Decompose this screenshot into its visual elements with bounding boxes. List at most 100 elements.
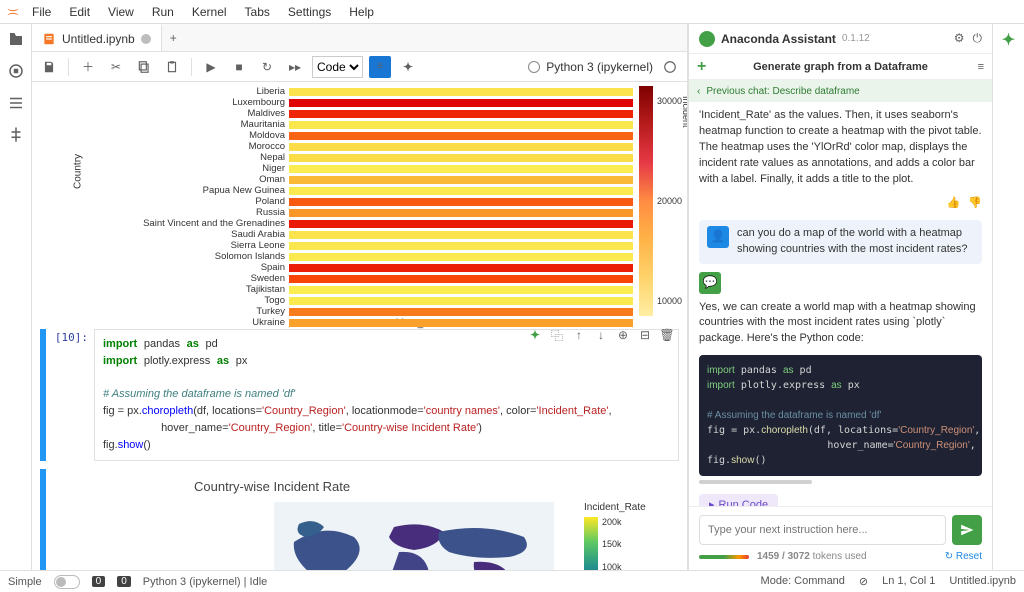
menu-run[interactable]: Run [144,3,182,21]
tab-bar: Untitled.ipynb + [32,24,687,52]
stop-button[interactable]: ■ [228,56,250,78]
assistant-input-area: 1459 / 3072 tokens used ↻ Reset [689,506,992,570]
assistant-sidebar-icon[interactable]: ✦ [1002,30,1015,50]
assistant-version: 0.1.12 [842,33,870,44]
choropleth-title: Country-wise Incident Rate [194,479,679,494]
kernel-status-text[interactable]: Python 3 (ipykernel) | Idle [143,576,268,588]
assistant-code-block[interactable]: import pandas as pd import plotly.expres… [699,355,982,476]
power-icon[interactable]: ⏻ [973,31,983,46]
heatmap-output: Country LiberiaLuxembourgMaldivesMaurita… [94,86,679,329]
menu-bar: File Edit View Run Kernel Tabs Settings … [0,0,1024,24]
extension-icon[interactable] [7,126,25,144]
assistant-panel: Anaconda Assistant 0.1.12 ⚙ ⏻ + Generate… [688,24,992,570]
right-sidebar: ✦ [992,24,1024,570]
legend-title: Incident_Rate [584,502,646,513]
notebook-icon [42,32,56,46]
settings-icon[interactable]: ⚙ [954,31,965,46]
restart-button[interactable]: ↻ [256,56,278,78]
cell-active-indicator [40,469,46,570]
user-message: 👤 can you do a map of the world with a h… [699,220,982,264]
status-bar: Simple 0 0 Python 3 (ipykernel) | Idle M… [0,570,1024,592]
warning-count-badge[interactable]: 0 [117,576,131,587]
colorbar-tick: 20000 [657,196,682,206]
insert-above-icon[interactable]: ⊕ [615,327,631,343]
move-up-icon[interactable]: ↑ [571,327,587,343]
assistant-sparkle-icon[interactable]: ✦ [397,56,419,78]
menu-tabs[interactable]: Tabs [237,3,278,21]
chevron-left-icon: ‹ [697,86,700,97]
notebook-body[interactable]: Country LiberiaLuxembourgMaldivesMaurita… [32,82,687,570]
previous-chat-label: Previous chat: Describe dataframe [706,86,859,97]
cut-button[interactable]: ✂ [105,56,127,78]
code-cell[interactable]: [10]: ✦ ⿻ ↑ ↓ ⊕ ⊟ 🗑 import pandas as pd … [40,329,679,461]
duplicate-cell-icon[interactable]: ⿻ [549,327,565,343]
save-button[interactable] [38,56,60,78]
simple-mode-toggle[interactable] [54,575,80,589]
colorbar-tick: 10000 [657,296,682,306]
toc-icon[interactable] [7,94,25,112]
menu-settings[interactable]: Settings [280,3,339,21]
move-down-icon[interactable]: ↓ [593,327,609,343]
assistant-header: Anaconda Assistant 0.1.12 ⚙ ⏻ [689,24,992,54]
notebook-tab[interactable]: Untitled.ipynb [32,24,162,51]
heatmap-y-axis-label: Country [73,154,84,189]
thumbs-up-icon[interactable]: 👍 [947,196,961,212]
world-choropleth[interactable] [274,502,554,570]
colorbar-gradient-icon [639,86,653,316]
assistant-input[interactable] [699,515,946,545]
user-avatar-icon: 👤 [707,226,729,248]
tab-title: Untitled.ipynb [62,32,135,46]
tokens-label: tokens used [813,551,867,562]
insert-below-icon[interactable]: ⊟ [637,327,653,343]
colorbar-tick: 30000 [657,96,682,106]
kernel-name[interactable]: Python 3 (ipykernel) [546,60,653,74]
reset-button[interactable]: ↻ Reset [945,551,982,562]
code-scrollbar[interactable] [699,480,812,484]
menu-edit[interactable]: Edit [61,3,98,21]
chat-title: Generate graph from a Dataframe [689,61,992,73]
menu-kernel[interactable]: Kernel [184,3,235,21]
error-count-badge[interactable]: 0 [92,576,106,587]
token-meter-icon [699,555,749,559]
send-button[interactable] [952,515,982,545]
running-icon[interactable] [7,62,25,80]
assist-cell-icon[interactable]: ✦ [527,327,543,343]
cell-type-select[interactable]: Code [312,56,363,78]
menu-file[interactable]: File [24,3,59,21]
current-file: Untitled.ipynb [949,575,1016,588]
feedback-row: 👍 👎 [699,196,982,212]
render-icon[interactable]: ≡ [369,56,391,78]
main-area: Untitled.ipynb + ＋ ✂ ▶ ■ ↻ ▸▸ Code ≡ ✦ P… [0,24,1024,570]
folder-icon[interactable] [7,30,25,48]
center-panel: Untitled.ipynb + ＋ ✂ ▶ ■ ↻ ▸▸ Code ≡ ✦ P… [32,24,688,570]
legend-tick: 100k [602,562,622,570]
legend-tick: 150k [602,539,622,549]
assistant-conversation[interactable]: 'Incident_Rate' as the values. Then, it … [689,102,992,506]
copy-button[interactable] [133,56,155,78]
kernel-menu-icon[interactable] [659,56,681,78]
cell-prompt: [10]: [48,329,94,461]
add-cell-button[interactable]: ＋ [77,56,99,78]
heatmap-colorbar: Incident 30000 20000 10000 [639,86,679,316]
cursor-position: Ln 1, Col 1 [882,575,935,588]
notification-icon[interactable]: ⊘ [859,575,868,588]
run-button[interactable]: ▶ [200,56,222,78]
notebook-toolbar: ＋ ✂ ▶ ■ ↻ ▸▸ Code ≡ ✦ Python 3 (ipykerne… [32,52,687,82]
paste-button[interactable] [161,56,183,78]
output-cell: Country-wise Incident Rate [40,469,679,570]
code-editor[interactable]: import pandas as pd import plotly.expres… [94,329,679,461]
restart-run-all-button[interactable]: ▸▸ [284,56,306,78]
thumbs-down-icon[interactable]: 👎 [968,196,982,212]
previous-chat-link[interactable]: ‹ Previous chat: Describe dataframe [689,80,992,102]
heatmap-bars [289,86,633,316]
new-tab-button[interactable]: + [162,31,185,45]
assistant-text: Yes, we can create a world map with a he… [699,300,982,348]
menu-help[interactable]: Help [341,3,382,21]
menu-view[interactable]: View [100,3,142,21]
assistant-name: Anaconda Assistant [721,32,836,46]
anaconda-logo-icon [699,31,715,47]
run-code-label: Run Code [719,498,769,506]
legend-gradient-icon [584,517,598,570]
delete-cell-icon[interactable]: 🗑 [659,327,675,343]
run-code-button[interactable]: ▸ Run Code [699,494,778,506]
